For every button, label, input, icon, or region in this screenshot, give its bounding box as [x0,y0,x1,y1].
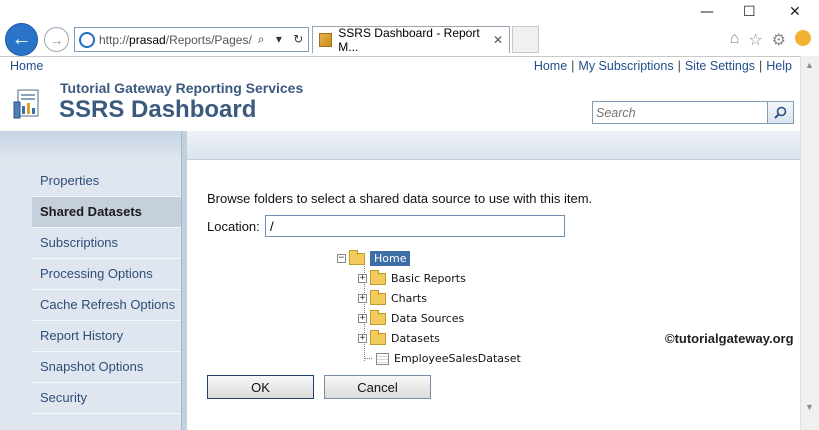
site-brand: Tutorial Gateway Reporting Services [60,80,304,96]
location-input[interactable] [265,215,565,237]
expand-icon[interactable]: + [358,274,367,283]
page-title: SSRS Dashboard [59,96,257,123]
address-bar[interactable]: http:// prasad /Reports/Pages/ ⌕ ▾ ↻ [74,27,309,52]
cancel-button[interactable]: Cancel [324,375,431,399]
link-home[interactable]: Home [534,59,567,73]
sidebar-item-processing-options[interactable]: Processing Options [32,259,181,290]
location-label: Location: [207,219,260,234]
sidebar-header-band [0,131,185,163]
browser-toolbar-icons: ⌂ ☆ ⚙ [730,30,811,50]
global-links: Home | My Subscriptions | Site Settings | Help [534,59,792,73]
back-button[interactable]: ← [5,23,38,56]
tree-node-label: Data Sources [391,312,465,325]
main-content: Browse folders to select a shared data s… [187,160,800,430]
search-icon [774,106,787,119]
settings-gear-icon[interactable]: ⚙ [772,30,786,50]
sidebar-nav: Properties Shared Datasets Subscriptions… [32,166,181,414]
tab-favicon-icon [319,33,333,47]
ok-button[interactable]: OK [207,375,314,399]
scroll-down-icon[interactable]: ▼ [805,402,814,412]
content-toolbar [187,131,800,160]
forward-button[interactable]: → [44,27,69,52]
tab-title: SSRS Dashboard - Report M... [338,26,480,54]
new-tab-button[interactable] [512,26,539,53]
link-help[interactable]: Help [766,59,792,73]
ie-logo-icon [79,31,95,48]
feedback-smiley-icon[interactable] [795,30,811,46]
folder-open-icon [349,249,365,265]
tab-close-icon[interactable]: ✕ [493,33,503,47]
search-button[interactable] [767,102,793,123]
breadcrumb-home[interactable]: Home [10,59,43,73]
tree-node-label: EmployeeSalesDataset [394,352,521,365]
tree-node-data-sources[interactable]: + Data Sources [358,309,465,325]
folder-icon [370,309,386,325]
tree-node-home[interactable]: − Home [337,249,411,266]
maximize-icon[interactable]: ☐ [743,4,756,20]
expand-icon[interactable]: + [358,294,367,303]
browser-chrome: — ☐ ✕ ← → http:// prasad /Reports/Pages/… [0,0,819,56]
folder-icon [370,269,386,285]
tree-node-datasets[interactable]: + Datasets [358,329,440,345]
sidebar-item-subscriptions[interactable]: Subscriptions [32,228,181,259]
sidebar: Properties Shared Datasets Subscriptions… [0,131,185,430]
tree-connector [364,358,372,359]
folder-icon [370,329,386,345]
minimize-icon[interactable]: — [700,4,714,20]
link-separator: | [571,58,575,73]
sidebar-item-report-history[interactable]: Report History [32,321,181,352]
tree-node-label: Datasets [391,332,440,345]
instruction-text: Browse folders to select a shared data s… [207,191,593,206]
scroll-up-icon[interactable]: ▲ [805,60,814,70]
tree-node-employee-sales-dataset[interactable]: EmployeeSalesDataset [364,352,521,365]
link-site-settings[interactable]: Site Settings [685,59,755,73]
link-my-subscriptions[interactable]: My Subscriptions [578,59,673,73]
link-separator: | [677,58,681,73]
watermark: ©tutorialgateway.org [665,331,794,346]
tree-node-label: Home [370,251,411,266]
link-separator: | [759,58,763,73]
collapse-icon[interactable]: − [337,254,346,263]
sidebar-item-security[interactable]: Security [32,383,181,414]
expand-icon[interactable]: + [358,314,367,323]
back-arrow-icon: ← [11,28,32,50]
tree-node-label: Basic Reports [391,272,466,285]
url-path: /Reports/Pages/ [165,32,252,47]
tree-node-basic-reports[interactable]: + Basic Reports [358,269,466,285]
address-tools-icons[interactable]: ⌕ ▾ ↻ [258,32,307,47]
tree-node-label: Charts [391,292,427,305]
vertical-scrollbar[interactable]: ▲ ▼ [800,56,819,430]
report-server-icon [13,89,39,119]
page-header: Tutorial Gateway Reporting Services SSRS… [0,75,800,131]
sidebar-item-properties[interactable]: Properties [32,166,181,197]
sidebar-item-snapshot-options[interactable]: Snapshot Options [32,352,181,383]
close-window-icon[interactable]: ✕ [789,4,801,20]
folder-tree: − Home + Basic Reports + Charts + Data S… [337,248,537,368]
home-icon[interactable]: ⌂ [730,30,740,50]
url-scheme: http:// [99,32,130,47]
sidebar-item-cache-refresh-options[interactable]: Cache Refresh Options [32,290,181,321]
dataset-icon [376,352,389,365]
tree-node-charts[interactable]: + Charts [358,289,427,305]
top-bar: Home Home | My Subscriptions | Site Settings… [0,56,800,74]
search-box [592,101,794,124]
sidebar-item-shared-datasets[interactable]: Shared Datasets [32,197,181,228]
search-input[interactable] [593,102,767,123]
forward-arrow-icon: → [49,31,64,48]
url-host: prasad [129,32,166,47]
folder-icon [370,289,386,305]
expand-icon[interactable]: + [358,334,367,343]
favorites-star-icon[interactable]: ☆ [748,30,762,50]
browser-tab[interactable]: SSRS Dashboard - Report M... ✕ [312,26,510,54]
